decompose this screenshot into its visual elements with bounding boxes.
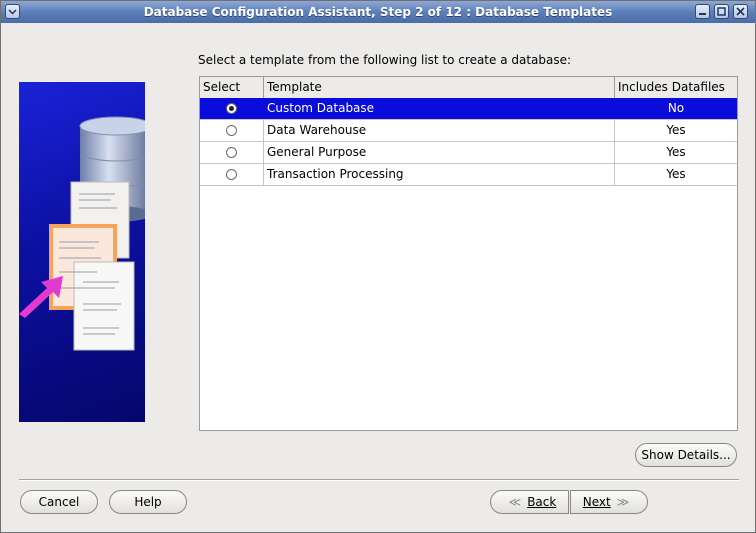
table-row[interactable]: Data Warehouse Yes <box>200 120 737 142</box>
column-header-template[interactable]: Template <box>264 77 615 98</box>
table-row[interactable]: Custom Database No <box>200 98 737 120</box>
template-radio[interactable] <box>226 125 237 136</box>
database-documents-illustration <box>19 116 145 351</box>
next-button-label: Next <box>582 495 611 509</box>
template-name: Transaction Processing <box>264 164 615 185</box>
close-button[interactable] <box>733 4 748 19</box>
instruction-text: Select a template from the following lis… <box>198 53 572 67</box>
datafiles-value: Yes <box>666 167 686 181</box>
cancel-button[interactable]: Cancel <box>20 490 98 514</box>
select-cell <box>200 164 264 185</box>
datafiles-value: Yes <box>666 123 686 137</box>
datafiles-value: No <box>667 101 685 115</box>
minimize-icon <box>699 13 706 15</box>
select-cell <box>200 120 264 141</box>
button-separator <box>19 479 739 481</box>
column-header-select[interactable]: Select <box>200 77 264 98</box>
chevron-right-icon: ≫ <box>616 495 630 509</box>
maximize-icon <box>717 7 726 16</box>
table-row[interactable]: Transaction Processing Yes <box>200 164 737 186</box>
dialog-window: Database Configuration Assistant, Step 2… <box>0 0 756 533</box>
chevron-left-icon: ≪ <box>508 495 522 509</box>
table-row[interactable]: General Purpose Yes <box>200 142 737 164</box>
select-cell <box>200 142 264 163</box>
template-name: General Purpose <box>264 142 615 163</box>
show-details-button[interactable]: Show Details... <box>635 443 737 467</box>
template-radio[interactable] <box>226 147 237 158</box>
templates-table[interactable]: Select Template Includes Datafiles Custo… <box>199 76 738 431</box>
back-button-label: Back <box>527 495 557 509</box>
title-bar[interactable]: Database Configuration Assistant, Step 2… <box>1 1 755 23</box>
maximize-button[interactable] <box>714 4 729 19</box>
template-name: Data Warehouse <box>264 120 615 141</box>
next-button[interactable]: Next ≫ <box>570 490 648 514</box>
select-cell <box>200 98 264 119</box>
wizard-illustration <box>19 82 145 422</box>
template-name: Custom Database <box>264 98 615 119</box>
datafiles-value: Yes <box>666 145 686 159</box>
table-header: Select Template Includes Datafiles <box>200 77 737 99</box>
minimize-button[interactable] <box>695 4 710 19</box>
window-title: Database Configuration Assistant, Step 2… <box>143 5 613 19</box>
back-button[interactable]: ≪ Back <box>490 490 569 514</box>
help-button[interactable]: Help <box>109 490 187 514</box>
column-header-datafiles[interactable]: Includes Datafiles <box>615 77 737 98</box>
template-radio[interactable] <box>226 169 237 180</box>
close-icon <box>736 7 745 16</box>
template-radio[interactable] <box>226 103 237 114</box>
